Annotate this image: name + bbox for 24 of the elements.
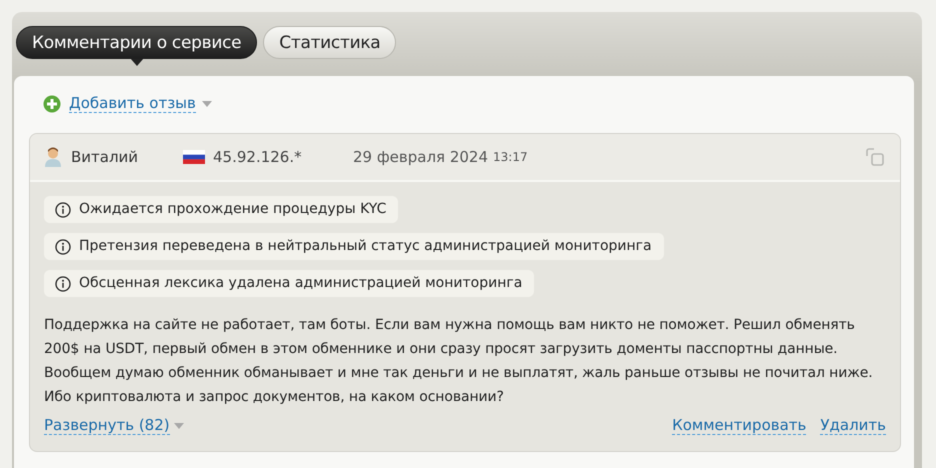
action-link[interactable]: Комментировать: [672, 417, 806, 435]
notice-text: Ожидается прохождение процедуры KYC: [79, 201, 386, 218]
review-date: 29 февраля 2024: [353, 148, 488, 166]
tab-pointer: [130, 58, 144, 66]
author-name: Виталий: [71, 148, 140, 166]
notice-text: Обсценная лексика удалена администрацией мониторинга: [79, 275, 522, 292]
notice-text: Претензия переведена в нейтральный статус администрацией мониторинга: [79, 238, 652, 255]
action-link[interactable]: Удалить: [820, 417, 886, 435]
add-review-link[interactable]: Добавить отзыв: [69, 95, 196, 113]
review-text: Поддержка на сайте не работает, там боты. Если вам нужна помощь вам никто не поможет. Решил обменять 200$ на USDT, первый обмен в этом обменнике и они сразу просят загрузить доменты пасспортны данные. Вообщем думаю обменник обманывает и мне так деньги и не выплатят, жаль раньше отзывы не почитал ниже. Ибо криптовалюта и запрос документов, на каком основании?: [44, 316, 874, 407]
expand-link[interactable]: Развернуть (82): [44, 417, 170, 435]
add-icon: [43, 95, 61, 113]
caret-icon: [202, 101, 212, 107]
flag-icon: [183, 150, 205, 164]
review-time: 13:17: [493, 150, 528, 164]
info-icon: [55, 238, 71, 254]
caret-icon: [174, 423, 184, 429]
tab[interactable]: Статистика: [263, 26, 396, 59]
info-icon: [55, 202, 71, 218]
info-icon: [55, 276, 71, 292]
copy-icon[interactable]: [864, 146, 886, 168]
user-avatar-icon: [44, 147, 62, 167]
tab[interactable]: Комментарии о сервисе: [16, 26, 258, 59]
ip-address: 45.92.126.*: [213, 148, 303, 166]
